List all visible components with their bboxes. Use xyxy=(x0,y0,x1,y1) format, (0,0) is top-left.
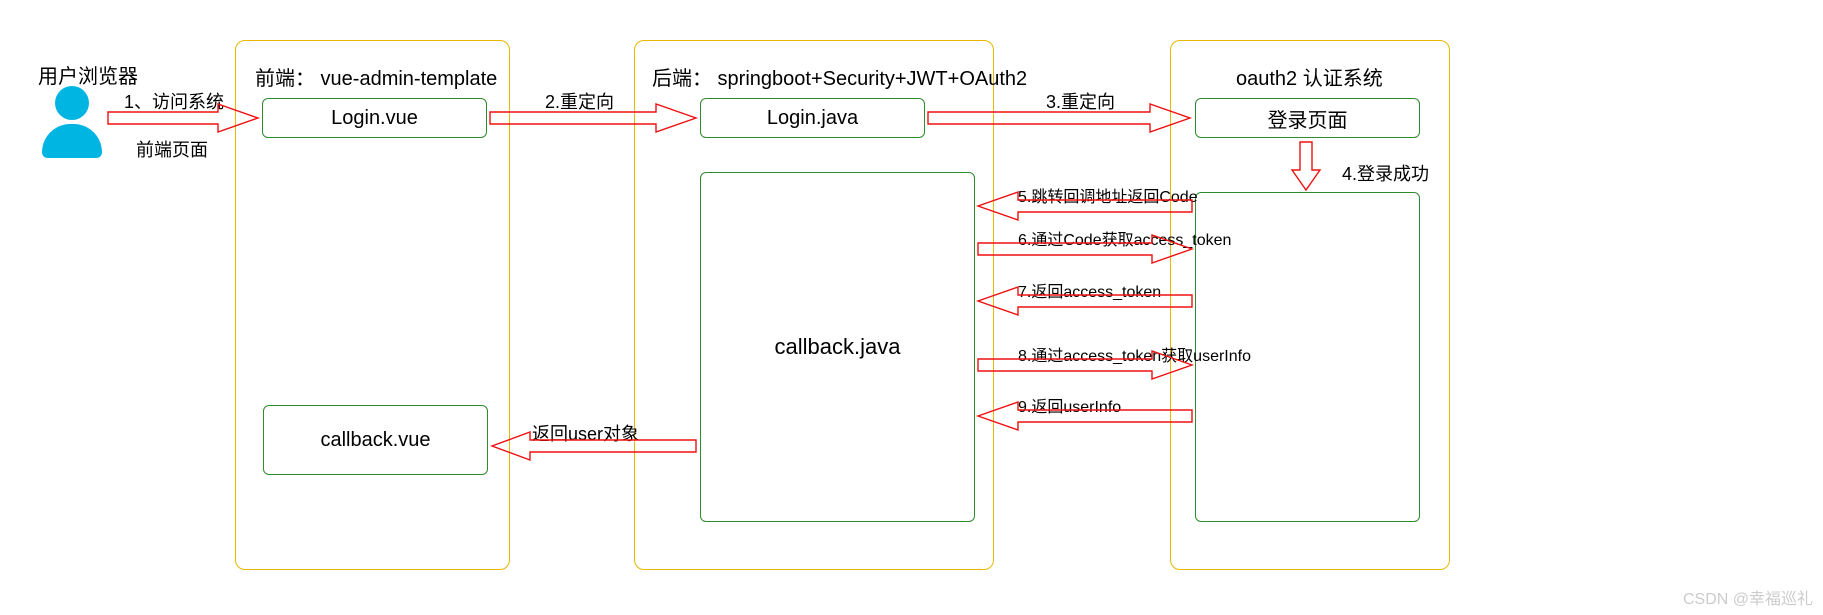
login-vue-box: Login.vue xyxy=(262,98,487,138)
oauth-login-page-box: 登录页面 xyxy=(1195,98,1420,138)
frontend-title: 前端： vue-admin-template xyxy=(255,62,497,91)
arrow8-label: 8.通过access_token获取userInfo xyxy=(1018,342,1251,366)
watermark: CSDN @幸福巡礼 xyxy=(1683,585,1813,609)
callback-java-box: callback.java xyxy=(700,172,975,522)
return-user-label: 返回user对象 xyxy=(532,420,639,446)
arrow9-label: 9.返回userInfo xyxy=(1018,393,1121,417)
arrow4-label: 4.登录成功 xyxy=(1342,160,1429,186)
arrow7-label: 7.返回access_token xyxy=(1018,278,1161,302)
arrow1-label: 1、访问系统 xyxy=(124,88,224,114)
user-icon xyxy=(42,86,102,166)
arrow3-label: 3.重定向 xyxy=(1046,88,1115,114)
user-title: 用户浏览器 xyxy=(38,60,138,89)
arrow2-label: 2.重定向 xyxy=(545,88,614,114)
arrow1b-label: 前端页面 xyxy=(136,136,208,162)
backend-title: 后端： springboot+Security+JWT+OAuth2 xyxy=(652,62,1027,91)
login-java-box: Login.java xyxy=(700,98,925,138)
oauth-title: oauth2 认证系统 xyxy=(1236,62,1383,91)
callback-vue-box: callback.vue xyxy=(263,405,488,475)
arrow6-label: 6.通过Code获取access_token xyxy=(1018,226,1231,250)
arrow5-label: 5.跳转回调地址返回Code xyxy=(1018,183,1198,207)
